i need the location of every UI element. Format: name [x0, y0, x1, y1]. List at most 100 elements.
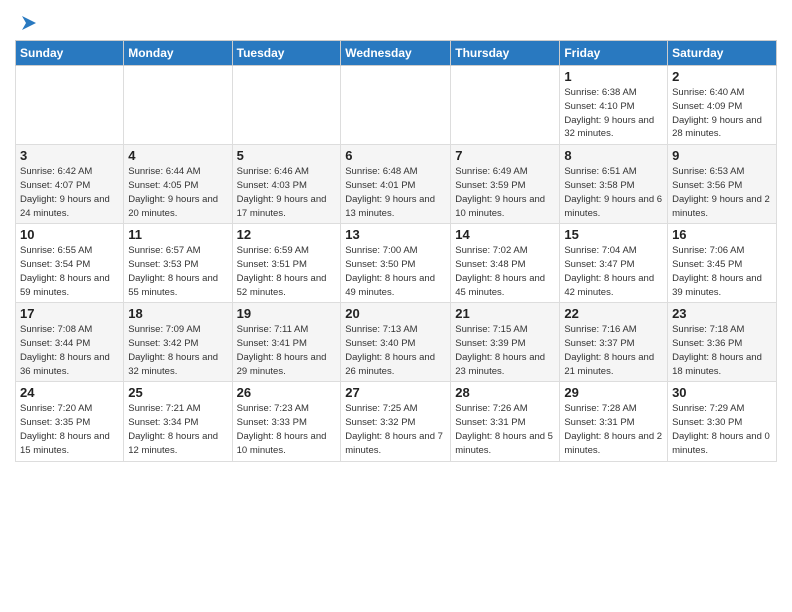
day-number: 20 [345, 306, 446, 321]
day-info: Sunrise: 7:04 AM Sunset: 3:47 PM Dayligh… [564, 244, 663, 299]
day-header-thursday: Thursday [451, 41, 560, 66]
day-number: 13 [345, 227, 446, 242]
calendar-cell [341, 66, 451, 145]
day-info: Sunrise: 6:59 AM Sunset: 3:51 PM Dayligh… [237, 244, 337, 299]
day-info: Sunrise: 7:11 AM Sunset: 3:41 PM Dayligh… [237, 323, 337, 378]
day-header-tuesday: Tuesday [232, 41, 341, 66]
day-info: Sunrise: 7:09 AM Sunset: 3:42 PM Dayligh… [128, 323, 227, 378]
day-info: Sunrise: 7:25 AM Sunset: 3:32 PM Dayligh… [345, 402, 446, 457]
day-number: 7 [455, 148, 555, 163]
calendar-week-row: 24 Sunrise: 7:20 AM Sunset: 3:35 PM Dayli… [16, 382, 777, 461]
logo-icon [16, 12, 38, 34]
day-number: 29 [564, 385, 663, 400]
day-info: Sunrise: 6:49 AM Sunset: 3:59 PM Dayligh… [455, 165, 555, 220]
calendar-cell: 15 Sunrise: 7:04 AM Sunset: 3:47 PM Dayli… [560, 224, 668, 303]
day-number: 18 [128, 306, 227, 321]
calendar-cell: 23Sunrise: 7:18 AM Sunset: 3:36 PM Dayli… [668, 303, 777, 382]
calendar-cell: 18 Sunrise: 7:09 AM Sunset: 3:42 PM Dayli… [124, 303, 232, 382]
calendar-cell: 21 Sunrise: 7:15 AM Sunset: 3:39 PM Dayli… [451, 303, 560, 382]
day-info: Sunrise: 6:42 AM Sunset: 4:07 PM Dayligh… [20, 165, 119, 220]
day-info: Sunrise: 7:02 AM Sunset: 3:48 PM Dayligh… [455, 244, 555, 299]
calendar-table: SundayMondayTuesdayWednesdayThursdayFrid… [15, 40, 777, 461]
calendar-cell: 9 Sunrise: 6:53 AM Sunset: 3:56 PM Daylig… [668, 145, 777, 224]
calendar-week-row: 3 Sunrise: 6:42 AM Sunset: 4:07 PM Daylig… [16, 145, 777, 224]
day-info: Sunrise: 6:38 AM Sunset: 4:10 PM Dayligh… [564, 86, 663, 141]
calendar-cell: 10Sunrise: 6:55 AM Sunset: 3:54 PM Dayli… [16, 224, 124, 303]
day-number: 24 [20, 385, 119, 400]
calendar-cell: 25 Sunrise: 7:21 AM Sunset: 3:34 PM Dayli… [124, 382, 232, 461]
day-info: Sunrise: 7:29 AM Sunset: 3:30 PM Dayligh… [672, 402, 772, 457]
calendar-cell: 7 Sunrise: 6:49 AM Sunset: 3:59 PM Daylig… [451, 145, 560, 224]
day-number: 10 [20, 227, 119, 242]
day-number: 30 [672, 385, 772, 400]
day-info: Sunrise: 7:16 AM Sunset: 3:37 PM Dayligh… [564, 323, 663, 378]
day-number: 26 [237, 385, 337, 400]
calendar-cell: 17 Sunrise: 7:08 AM Sunset: 3:44 PM Dayli… [16, 303, 124, 382]
calendar-cell: 12 Sunrise: 6:59 AM Sunset: 3:51 PM Dayli… [232, 224, 341, 303]
day-info: Sunrise: 7:28 AM Sunset: 3:31 PM Dayligh… [564, 402, 663, 457]
calendar-cell [451, 66, 560, 145]
logo-name [15, 10, 39, 34]
day-info: Sunrise: 7:21 AM Sunset: 3:34 PM Dayligh… [128, 402, 227, 457]
day-number: 15 [564, 227, 663, 242]
day-info: Sunrise: 7:20 AM Sunset: 3:35 PM Dayligh… [20, 402, 119, 457]
calendar-cell: 13 Sunrise: 7:00 AM Sunset: 3:50 PM Dayli… [341, 224, 451, 303]
day-info: Sunrise: 7:08 AM Sunset: 3:44 PM Dayligh… [20, 323, 119, 378]
calendar-cell: 27Sunrise: 7:25 AM Sunset: 3:32 PM Dayli… [341, 382, 451, 461]
calendar-cell: 28Sunrise: 7:26 AM Sunset: 3:31 PM Dayli… [451, 382, 560, 461]
calendar-cell: 22 Sunrise: 7:16 AM Sunset: 3:37 PM Dayli… [560, 303, 668, 382]
day-info: Sunrise: 6:53 AM Sunset: 3:56 PM Dayligh… [672, 165, 772, 220]
logo [15, 10, 39, 32]
day-info: Sunrise: 6:46 AM Sunset: 4:03 PM Dayligh… [237, 165, 337, 220]
calendar-header-row: SundayMondayTuesdayWednesdayThursdayFrid… [16, 41, 777, 66]
calendar-week-row: 1Sunrise: 6:38 AM Sunset: 4:10 PM Daylig… [16, 66, 777, 145]
day-info: Sunrise: 6:40 AM Sunset: 4:09 PM Dayligh… [672, 86, 772, 141]
main-container: SundayMondayTuesdayWednesdayThursdayFrid… [0, 0, 792, 467]
day-header-sunday: Sunday [16, 41, 124, 66]
calendar-cell: 11 Sunrise: 6:57 AM Sunset: 3:53 PM Dayli… [124, 224, 232, 303]
day-number: 5 [237, 148, 337, 163]
day-number: 2 [672, 69, 772, 84]
day-number: 17 [20, 306, 119, 321]
day-number: 12 [237, 227, 337, 242]
calendar-cell: 2 Sunrise: 6:40 AM Sunset: 4:09 PM Daylig… [668, 66, 777, 145]
day-header-friday: Friday [560, 41, 668, 66]
day-number: 4 [128, 148, 227, 163]
day-header-saturday: Saturday [668, 41, 777, 66]
calendar-cell: 8Sunrise: 6:51 AM Sunset: 3:58 PM Daylig… [560, 145, 668, 224]
day-info: Sunrise: 7:13 AM Sunset: 3:40 PM Dayligh… [345, 323, 446, 378]
calendar-cell: 5 Sunrise: 6:46 AM Sunset: 4:03 PM Daylig… [232, 145, 341, 224]
calendar-cell: 20 Sunrise: 7:13 AM Sunset: 3:40 PM Dayli… [341, 303, 451, 382]
day-info: Sunrise: 7:06 AM Sunset: 3:45 PM Dayligh… [672, 244, 772, 299]
calendar-cell [124, 66, 232, 145]
calendar-cell [16, 66, 124, 145]
day-number: 16 [672, 227, 772, 242]
day-number: 19 [237, 306, 337, 321]
day-number: 6 [345, 148, 446, 163]
calendar-cell: 24 Sunrise: 7:20 AM Sunset: 3:35 PM Dayli… [16, 382, 124, 461]
calendar-week-row: 17 Sunrise: 7:08 AM Sunset: 3:44 PM Dayli… [16, 303, 777, 382]
day-number: 11 [128, 227, 227, 242]
day-info: Sunrise: 7:18 AM Sunset: 3:36 PM Dayligh… [672, 323, 772, 378]
day-number: 25 [128, 385, 227, 400]
calendar-cell: 1Sunrise: 6:38 AM Sunset: 4:10 PM Daylig… [560, 66, 668, 145]
day-info: Sunrise: 7:15 AM Sunset: 3:39 PM Dayligh… [455, 323, 555, 378]
day-number: 3 [20, 148, 119, 163]
day-info: Sunrise: 6:57 AM Sunset: 3:53 PM Dayligh… [128, 244, 227, 299]
day-info: Sunrise: 7:00 AM Sunset: 3:50 PM Dayligh… [345, 244, 446, 299]
day-number: 22 [564, 306, 663, 321]
day-number: 28 [455, 385, 555, 400]
day-number: 9 [672, 148, 772, 163]
calendar-cell: 14 Sunrise: 7:02 AM Sunset: 3:48 PM Dayli… [451, 224, 560, 303]
calendar-cell: 30 Sunrise: 7:29 AM Sunset: 3:30 PM Dayli… [668, 382, 777, 461]
calendar-cell: 4 Sunrise: 6:44 AM Sunset: 4:05 PM Daylig… [124, 145, 232, 224]
day-info: Sunrise: 6:44 AM Sunset: 4:05 PM Dayligh… [128, 165, 227, 220]
day-info: Sunrise: 7:23 AM Sunset: 3:33 PM Dayligh… [237, 402, 337, 457]
calendar-cell: 3 Sunrise: 6:42 AM Sunset: 4:07 PM Daylig… [16, 145, 124, 224]
day-number: 21 [455, 306, 555, 321]
calendar-cell: 26 Sunrise: 7:23 AM Sunset: 3:33 PM Dayli… [232, 382, 341, 461]
calendar-cell: 19 Sunrise: 7:11 AM Sunset: 3:41 PM Dayli… [232, 303, 341, 382]
day-number: 14 [455, 227, 555, 242]
day-header-wednesday: Wednesday [341, 41, 451, 66]
calendar-week-row: 10Sunrise: 6:55 AM Sunset: 3:54 PM Dayli… [16, 224, 777, 303]
